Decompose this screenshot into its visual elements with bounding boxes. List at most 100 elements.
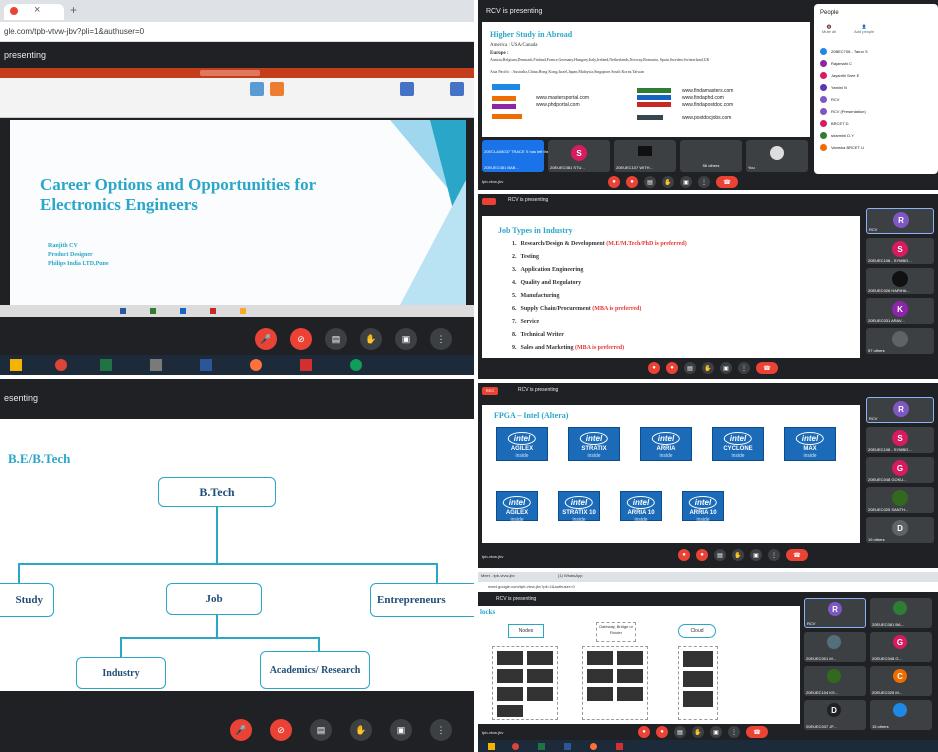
participant-tile[interactable]: 20EUEC081 BA... <box>870 598 932 628</box>
arrange-icon[interactable] <box>270 82 284 96</box>
participant-tile[interactable]: D 20EUEC037 JF... <box>804 700 866 730</box>
participant-tile[interactable]: 20EUEC001 M... <box>804 632 866 662</box>
mic-off-button[interactable]: ● <box>638 726 650 738</box>
taskbar-icon[interactable] <box>240 308 246 314</box>
acrobat-icon[interactable] <box>616 743 623 750</box>
participant-tile[interactable]: 20EUEC026 HARIHA... <box>866 268 934 294</box>
camera-off-button[interactable]: ● <box>666 362 678 374</box>
raise-hand-button[interactable]: ✋ <box>692 726 704 738</box>
participant-row[interactable]: Jayanthi Sree E <box>820 70 868 82</box>
camera-off-button[interactable]: ● <box>696 549 708 561</box>
participant-tile[interactable]: 56 others <box>680 140 742 172</box>
participant-tile[interactable]: 20EUEC104 KS... <box>804 666 866 696</box>
firefox-icon[interactable] <box>590 743 597 750</box>
word-icon[interactable] <box>200 359 212 371</box>
participant-row[interactable]: RCV (Presentation) <box>820 106 868 118</box>
captions-button[interactable]: ▤ <box>714 549 726 561</box>
chrome-icon-2[interactable] <box>350 359 362 371</box>
create-pdf-icon[interactable] <box>400 82 414 96</box>
chrome-icon[interactable] <box>512 743 519 750</box>
participant-tile[interactable]: R RCV <box>866 208 934 234</box>
more-options-button[interactable]: ⋮ <box>430 328 452 350</box>
captions-button[interactable]: ▤ <box>674 726 686 738</box>
taskbar-icon[interactable] <box>210 308 216 314</box>
website[interactable]: www.mastersportal.com <box>536 95 589 102</box>
participant-tile[interactable]: R RCV <box>804 598 866 628</box>
raise-hand-button[interactable]: ✋ <box>350 719 372 741</box>
present-button[interactable]: ▣ <box>750 549 762 561</box>
mic-off-button[interactable]: 🎤 <box>230 719 252 741</box>
participant-tile[interactable]: K 20EUEC031 ARAV... <box>866 298 934 324</box>
mic-off-button[interactable]: 🎤 <box>255 328 277 350</box>
participant-tile[interactable]: R RCV <box>866 397 934 423</box>
participant-row[interactable]: Yamini N <box>820 82 868 94</box>
more-options-button[interactable]: ⋮ <box>728 726 740 738</box>
add-people-button[interactable]: 👤 Add people <box>854 24 874 34</box>
present-button[interactable]: ▣ <box>390 719 412 741</box>
more-options-button[interactable]: ⋮ <box>738 362 750 374</box>
mute-all-button[interactable]: 🔇 Mute all <box>822 24 836 34</box>
participant-tile[interactable]: G 20EUEC048 G... <box>870 632 932 662</box>
leave-call-button[interactable]: ☎ <box>756 362 778 374</box>
taskbar-icon[interactable] <box>150 308 156 314</box>
raise-hand-button[interactable]: ✋ <box>732 549 744 561</box>
shapes-icon[interactable] <box>250 82 264 96</box>
raise-hand-button[interactable]: ✋ <box>360 328 382 350</box>
participant-tile[interactable]: 57 others <box>866 328 934 354</box>
participant-tile[interactable]: 15 others <box>870 700 932 730</box>
participant-tile[interactable]: G 20EUEC048 GOKU... <box>866 457 934 483</box>
close-tab-icon[interactable]: × <box>34 4 40 16</box>
captions-button[interactable]: ▤ <box>325 328 347 350</box>
present-button[interactable]: ▣ <box>395 328 417 350</box>
more-options-button[interactable]: ⋮ <box>698 176 710 188</box>
camera-off-button[interactable]: ● <box>656 726 668 738</box>
participant-tile[interactable]: S 20EUEC081 STU... <box>548 140 610 172</box>
participant-row[interactable]: RCV <box>820 94 868 106</box>
participant-tile[interactable]: D 19 others <box>866 517 934 543</box>
mic-off-button[interactable]: ● <box>678 549 690 561</box>
dictate-icon[interactable] <box>450 82 464 96</box>
mic-off-button[interactable]: ● <box>608 176 620 188</box>
website[interactable]: www.postdocjobs.com <box>682 115 733 122</box>
camera-off-button[interactable]: ⊘ <box>270 719 292 741</box>
address-bar[interactable]: gle.com/tpb-vtvw-jbv?pli=1&authuser=0 <box>0 22 474 42</box>
leave-call-button[interactable]: ☎ <box>716 176 738 188</box>
raise-hand-button[interactable]: ✋ <box>662 176 674 188</box>
browser-tab[interactable]: Meet - tpb-vtvw-jbv <box>481 573 515 578</box>
leave-call-button[interactable]: ☎ <box>786 549 808 561</box>
more-options-button[interactable]: ⋮ <box>430 719 452 741</box>
participant-tile[interactable]: S 20EUEC108 - SYMBO... <box>866 427 934 453</box>
participant-row[interactable]: Rajamahi C <box>820 58 868 70</box>
participant-row[interactable]: sharmini D.Y <box>820 130 868 142</box>
present-button[interactable]: ▣ <box>720 362 732 374</box>
app-icon[interactable] <box>150 359 162 371</box>
captions-button[interactable]: ▤ <box>684 362 696 374</box>
chrome-icon[interactable] <box>55 359 67 371</box>
acrobat-icon[interactable] <box>300 359 312 371</box>
website[interactable]: www.phdportal.com <box>536 102 589 109</box>
address-bar[interactable]: meet.google.com/tpb-vtvw-jbv?pli=1&authu… <box>478 582 938 592</box>
firefox-icon[interactable] <box>250 359 262 371</box>
participant-tile[interactable]: S 20EUEC108 - SYMBO... <box>866 238 934 264</box>
raise-hand-button[interactable]: ✋ <box>702 362 714 374</box>
more-options-button[interactable]: ⋮ <box>768 549 780 561</box>
excel-icon[interactable] <box>538 743 545 750</box>
website[interactable]: www.findapostdoc.com <box>682 102 733 109</box>
leave-call-button[interactable]: ☎ <box>746 726 768 738</box>
participant-row[interactable]: 20BEC708 - Tarun S <box>820 46 868 58</box>
website[interactable]: www.findaphd.com <box>682 95 733 102</box>
ppt-search-box[interactable] <box>200 70 260 76</box>
captions-button[interactable]: ▤ <box>644 176 656 188</box>
browser-tab[interactable]: × <box>4 4 64 20</box>
participant-tile[interactable]: 20EUEC025 SANTH... <box>866 487 934 513</box>
camera-off-button[interactable]: ● <box>626 176 638 188</box>
new-tab-icon[interactable]: + <box>70 3 77 17</box>
participant-tile[interactable]: 20ECLA08037 TRACE S has left the meeting… <box>482 140 564 172</box>
present-button[interactable]: ▣ <box>710 726 722 738</box>
excel-icon[interactable] <box>100 359 112 371</box>
file-explorer-icon[interactable] <box>488 743 495 750</box>
website[interactable]: www.findamasters.com <box>682 88 733 95</box>
present-button[interactable]: ▣ <box>680 176 692 188</box>
participant-tile[interactable]: 20EUEC107 WITH... <box>614 140 676 172</box>
camera-off-button[interactable]: ⊘ <box>290 328 312 350</box>
